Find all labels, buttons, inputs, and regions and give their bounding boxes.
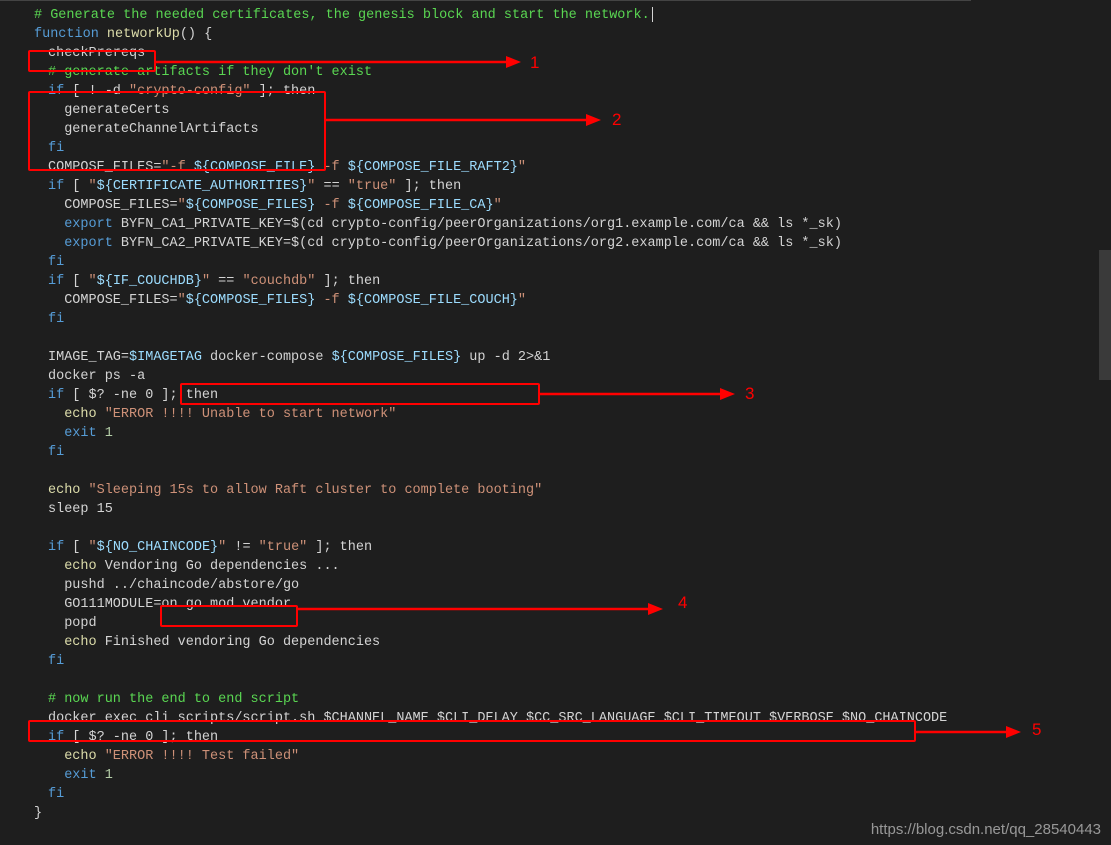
kw-function: function	[34, 27, 99, 42]
annotation-number-2: 2	[612, 110, 621, 129]
annotation-number-1: 1	[530, 53, 539, 72]
func-name: networkUp	[99, 27, 180, 42]
kw-fi: fi	[48, 141, 64, 156]
assign: COMPOSE_FILES=	[48, 160, 161, 175]
punct: () {	[180, 27, 212, 42]
call-checkprereqs: checkPrereqs	[48, 46, 145, 61]
scrollbar-thumb[interactable]	[1099, 250, 1111, 380]
call: generateChannelArtifacts	[64, 122, 258, 137]
watermark: https://blog.csdn.net/qq_28540443	[871, 820, 1101, 839]
str: "crypto-config"	[129, 84, 251, 99]
comment-line: # generate artifacts if they don't exist	[48, 65, 372, 80]
code-editor-content: # Generate the needed certificates, the …	[20, 6, 1111, 823]
annotation-number-3: 3	[745, 384, 754, 403]
comment-line: # Generate the needed certificates, the …	[34, 8, 650, 23]
call: generateCerts	[64, 103, 169, 118]
annotation-number-5: 5	[1032, 720, 1041, 739]
top-divider	[0, 0, 971, 1]
cond: [ ! -d	[64, 84, 129, 99]
kw-if: if	[48, 84, 64, 99]
then: ]; then	[251, 84, 316, 99]
annotation-number-4: 4	[678, 593, 687, 612]
